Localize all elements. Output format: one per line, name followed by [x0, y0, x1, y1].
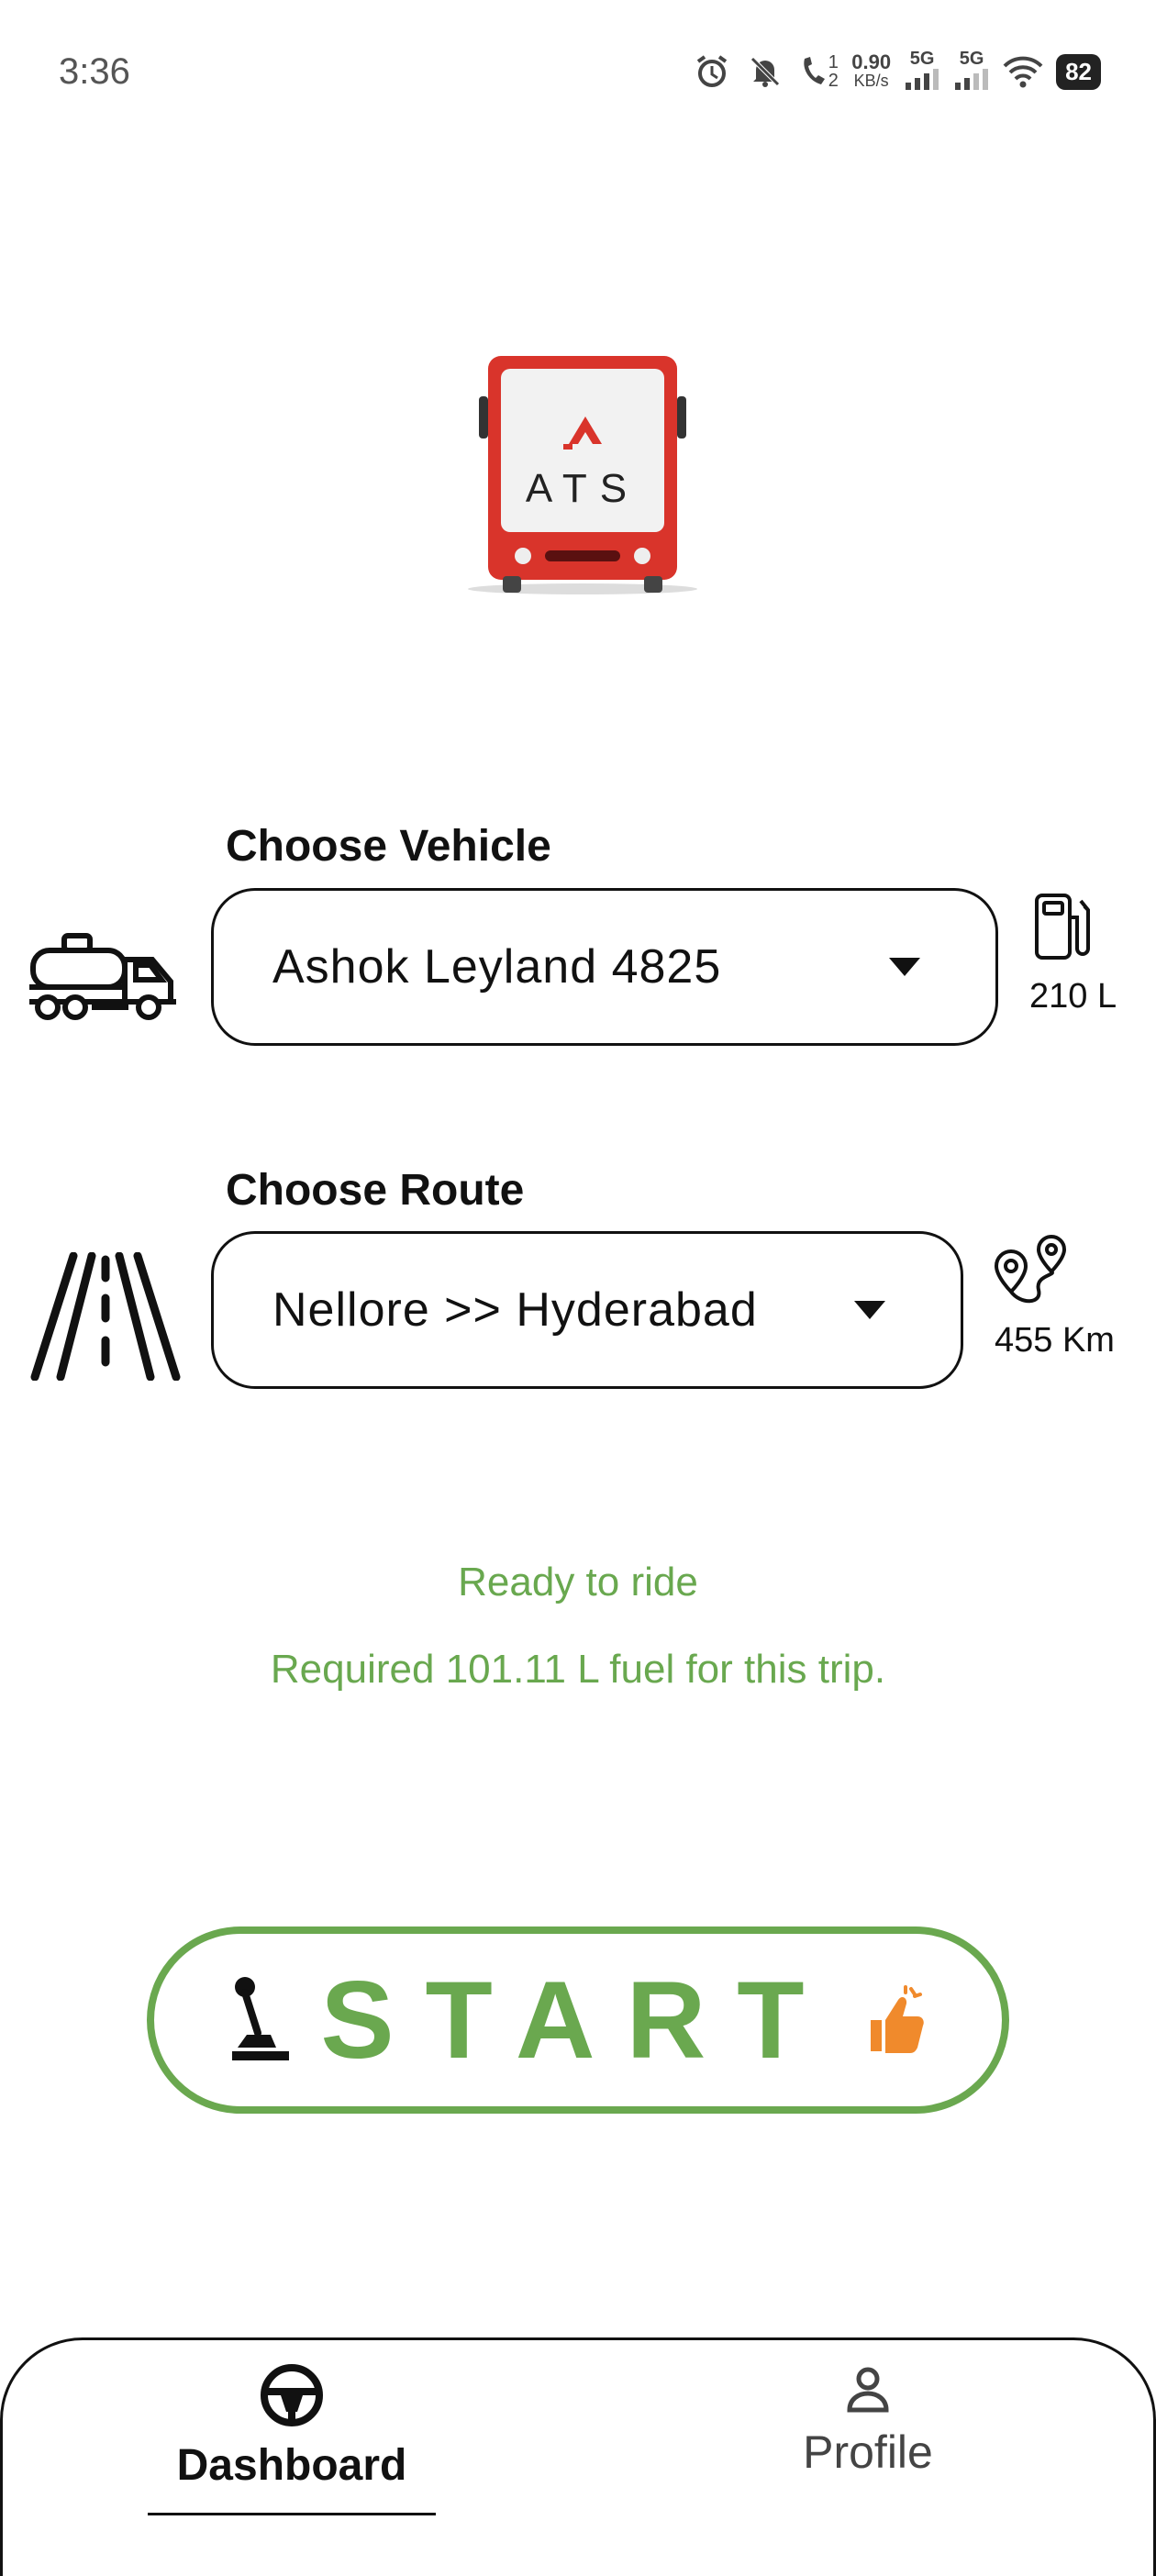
nav-item-dashboard[interactable]: Dashboard	[136, 2362, 448, 2491]
alarm-icon	[692, 51, 732, 92]
choose-vehicle-label: Choose Vehicle	[226, 822, 551, 871]
signal-bars-icon	[906, 69, 939, 90]
person-icon	[847, 2367, 889, 2413]
mute-bell-icon	[745, 51, 785, 92]
fuel-pump-icon	[1029, 890, 1103, 963]
active-tab-indicator	[148, 2513, 436, 2515]
route-distance-value: 455 Km	[995, 1321, 1115, 1360]
ats-bus-logo: ATS	[468, 349, 706, 605]
wifi-call-icon: 12	[798, 51, 839, 92]
signal-5g-1-label: 5G	[909, 49, 935, 69]
call-line-2: 2	[828, 71, 839, 91]
steering-wheel-icon	[261, 2364, 323, 2426]
bottom-navigation: Dashboard Profile	[0, 2337, 1156, 2576]
ready-status-text: Ready to ride	[458, 1560, 698, 1604]
status-icons: 12 0.90 KB/s 5G 5G 82	[692, 50, 1101, 94]
tanker-truck-icon	[28, 927, 183, 1023]
network-speed: 0.90 KB/s	[851, 50, 892, 91]
thumbs-up-icon	[863, 1983, 928, 2057]
route-selected-value: Nellore >> Hyderabad	[272, 1283, 758, 1337]
start-button[interactable]: START	[147, 1926, 1009, 2114]
road-icon	[28, 1251, 183, 1382]
nav-label-profile: Profile	[803, 2426, 933, 2478]
chevron-down-icon	[889, 958, 920, 976]
chevron-down-icon	[854, 1301, 885, 1319]
signal-bars-icon	[955, 69, 989, 90]
signal-5g-1: 5G	[904, 50, 940, 94]
status-time: 3:36	[59, 51, 130, 92]
choose-route-label: Choose Route	[226, 1166, 525, 1215]
signal-5g-2: 5G	[953, 50, 990, 94]
logo-text: ATS	[525, 466, 640, 511]
nav-item-profile[interactable]: Profile	[712, 2362, 1024, 2479]
nav-label-dashboard: Dashboard	[176, 2441, 407, 2490]
fuel-capacity-value: 210 L	[1029, 977, 1117, 1016]
gear-shift-icon	[228, 1974, 293, 2066]
vehicle-dropdown[interactable]: Ashok Leyland 4825	[211, 888, 998, 1046]
start-button-label: START	[320, 1959, 836, 2082]
call-line-1: 1	[828, 52, 839, 72]
vehicle-selected-value: Ashok Leyland 4825	[272, 940, 722, 994]
network-speed-unit: KB/s	[853, 72, 889, 90]
route-distance-icon	[991, 1233, 1073, 1312]
signal-5g-2-label: 5G	[959, 49, 984, 69]
wifi-icon	[1003, 51, 1043, 92]
network-speed-value: 0.90	[851, 50, 892, 73]
route-dropdown[interactable]: Nellore >> Hyderabad	[211, 1231, 963, 1389]
fuel-required-text: Required 101.11 L fuel for this trip.	[270, 1647, 886, 1692]
battery-indicator: 82	[1056, 53, 1101, 90]
